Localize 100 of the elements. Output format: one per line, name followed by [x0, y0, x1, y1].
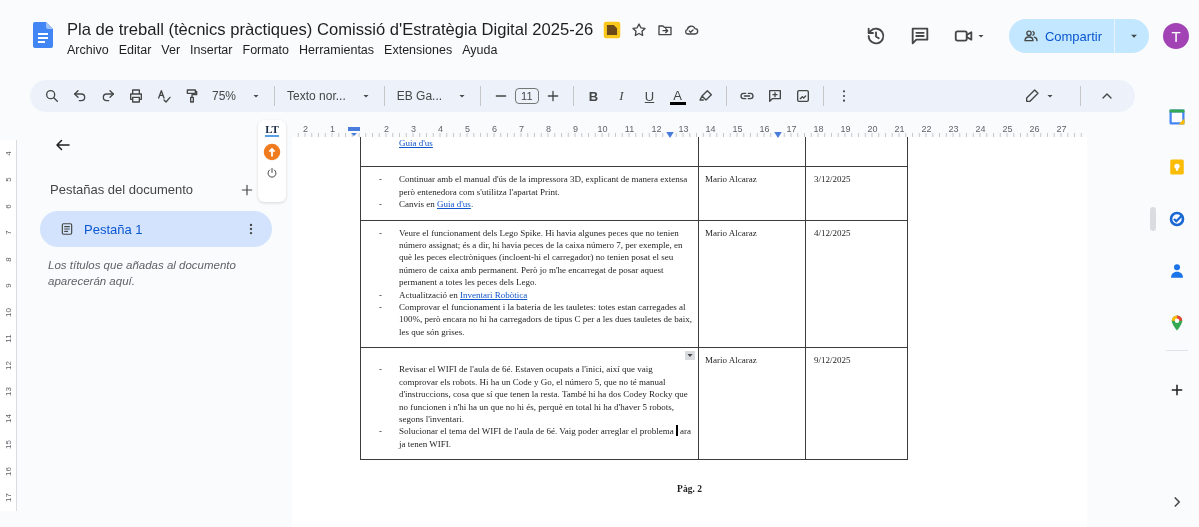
- scrollbar-thumb[interactable]: [1150, 207, 1156, 231]
- calendar-icon[interactable]: [1168, 108, 1186, 126]
- list-marker: -: [379, 226, 383, 240]
- menu-item[interactable]: Herramientas: [299, 42, 375, 57]
- paragraph: Solucionar el tema del WIFI de l'aula de 6é. Vaig poder arreglar el problema ara ja tenen WIFI.: [399, 425, 692, 451]
- text-cursor: [675, 425, 678, 437]
- ruler-number: 1: [329, 124, 336, 136]
- list-marker: -: [379, 198, 383, 211]
- ruler-number: 8: [545, 124, 552, 136]
- ruler-number: 15: [731, 124, 744, 136]
- text-color-button[interactable]: A: [663, 87, 692, 105]
- tasks-icon[interactable]: [1168, 210, 1186, 228]
- ruler-number: 8: [3, 257, 13, 262]
- ruler-number: 11: [623, 124, 636, 136]
- author-name: Mario Alcaraz: [705, 227, 757, 238]
- ruler-number: 7: [518, 124, 525, 136]
- document-icon: [60, 222, 74, 236]
- menu-item[interactable]: Formato: [242, 42, 290, 57]
- author-name: Mario Alcaraz: [705, 174, 757, 185]
- paragraph: Veure el funcionament dels Lego Spike. Hi havia algunes peces que no tenien número assignat; és a dir, hi havia peces de la caixa número 7, per exemple, en què les peces electròniques (incloent-hi el carregador) no tenien posat el seu número de caixa amb permanent. Però jo m'he encarregat de posar aquest permanent a totes les peces dels Lego.: [399, 226, 684, 289]
- share-button[interactable]: Compartir: [1008, 19, 1149, 53]
- font-dropdown[interactable]: EB Ga...: [390, 84, 475, 108]
- link[interactable]: Inventari Robòtica: [460, 289, 528, 300]
- ruler-number: 20: [866, 124, 879, 136]
- upload-badge-icon[interactable]: [263, 143, 281, 161]
- ruler-number: 5: [464, 124, 471, 136]
- add-comment-icon[interactable]: [766, 88, 783, 104]
- date-text: 9/12/2025: [814, 355, 851, 366]
- ruler-number: 10: [3, 307, 13, 317]
- menu-item[interactable]: Ver: [161, 42, 181, 57]
- language-tool-logo[interactable]: LT: [265, 124, 279, 137]
- menu-item[interactable]: Extensiones: [384, 42, 453, 57]
- people-icon: [1022, 28, 1039, 44]
- zoom-dropdown[interactable]: 75%: [206, 84, 269, 108]
- search-icon[interactable]: [44, 88, 60, 104]
- paint-roller-icon[interactable]: [184, 88, 200, 104]
- spellcheck-icon[interactable]: [156, 88, 172, 104]
- paragraph: Canvis en Guia d'us.: [399, 198, 474, 211]
- ruler-number: 12: [3, 360, 13, 370]
- ruler-number: 21: [893, 124, 906, 136]
- list-marker: -: [379, 288, 383, 302]
- document-title[interactable]: Pla de treball (tècnics pràctiques) Comissió d'Estratègia Digital 2025-26: [67, 19, 594, 40]
- paragraph: Continuar amb el manual d'ús de la impressora 3D, explicant de manera extensa però entenedora com s'utilitza l'apartat Print.: [399, 173, 689, 199]
- ruler-number: 13: [3, 387, 13, 397]
- ruler-number: 14: [704, 124, 717, 136]
- list-marker: -: [379, 363, 383, 377]
- ruler-number: 13: [677, 124, 690, 136]
- page-number: Pàg. 2: [677, 484, 702, 495]
- ruler-number: 5: [3, 177, 13, 182]
- ruler-number: 6: [491, 124, 498, 136]
- paragraph: Revisar el WIFI de l'aula de 6é. Estaven ocupats a l'inici, així que vaig comprovar els robots. Hi ha un Code y Go, el número 5, que no té manual d'instruccions, cosa que sí que tenen la resta. També hi ha dos Codey Rocky que no funcionen i n'hi ha un que no hi és, perquè en total hi ha d'haver 5 robots, segons l'inventari.: [399, 363, 689, 426]
- font-size-field[interactable]: 11: [515, 88, 539, 104]
- document-tab[interactable]: Pestaña 1: [40, 211, 272, 247]
- docs-logo[interactable]: [33, 22, 53, 48]
- person-icon[interactable]: [1168, 262, 1186, 280]
- indent-marker[interactable]: [348, 127, 360, 136]
- list-marker: -: [379, 173, 383, 187]
- ruler-number: 9: [572, 124, 579, 136]
- underline-button[interactable]: U: [635, 88, 664, 104]
- folder-badge-icon[interactable]: [603, 20, 622, 39]
- star-icon[interactable]: [631, 21, 648, 38]
- image-icon[interactable]: [794, 88, 811, 104]
- menu-item[interactable]: Ayuda: [462, 42, 498, 57]
- bold-button[interactable]: B: [579, 88, 608, 104]
- ruler-number: 3: [410, 124, 417, 136]
- ruler-number: 15: [3, 440, 13, 450]
- plus-icon[interactable]: [240, 182, 254, 197]
- power-icon[interactable]: [266, 167, 278, 179]
- italic-button[interactable]: I: [607, 88, 636, 104]
- ruler-number: 16: [3, 466, 13, 476]
- ruler-number: 4: [3, 151, 13, 156]
- list-marker: -: [379, 425, 383, 439]
- menu-item[interactable]: Insertar: [190, 42, 233, 57]
- style-dropdown[interactable]: Texto nor...: [281, 84, 378, 108]
- ruler-number: 25: [1001, 124, 1014, 136]
- ruler-number: 17: [785, 124, 798, 136]
- ruler-number: 16: [758, 124, 771, 136]
- ruler-number: 7: [3, 230, 13, 235]
- ruler-number: 2: [383, 124, 390, 136]
- dropdown-icon[interactable]: [685, 351, 695, 361]
- ruler-number: 4: [437, 124, 444, 136]
- avatar[interactable]: T: [1163, 23, 1189, 49]
- pencil-icon[interactable]: [1024, 88, 1040, 104]
- date-text: 4/12/2025: [814, 227, 851, 238]
- menu-item[interactable]: Archivo: [67, 42, 109, 57]
- printer-icon[interactable]: [128, 88, 144, 104]
- ruler-number: 26: [1028, 124, 1041, 136]
- date-text: 3/12/2025: [814, 174, 851, 185]
- link[interactable]: Guia d'us: [437, 199, 471, 210]
- list-marker: -: [379, 301, 383, 315]
- menu-item[interactable]: Editar: [118, 42, 152, 57]
- ruler-number: 14: [3, 413, 13, 423]
- ruler-number: 9: [3, 283, 13, 288]
- redo-icon[interactable]: [100, 88, 116, 104]
- undo-icon[interactable]: [72, 88, 88, 104]
- ruler-number: 17: [3, 493, 13, 503]
- link[interactable]: Guia d'us: [399, 138, 433, 148]
- ruler-number: 27: [1055, 124, 1068, 136]
- highlighter-icon[interactable]: [697, 88, 714, 104]
- ruler-number: 6: [3, 204, 13, 209]
